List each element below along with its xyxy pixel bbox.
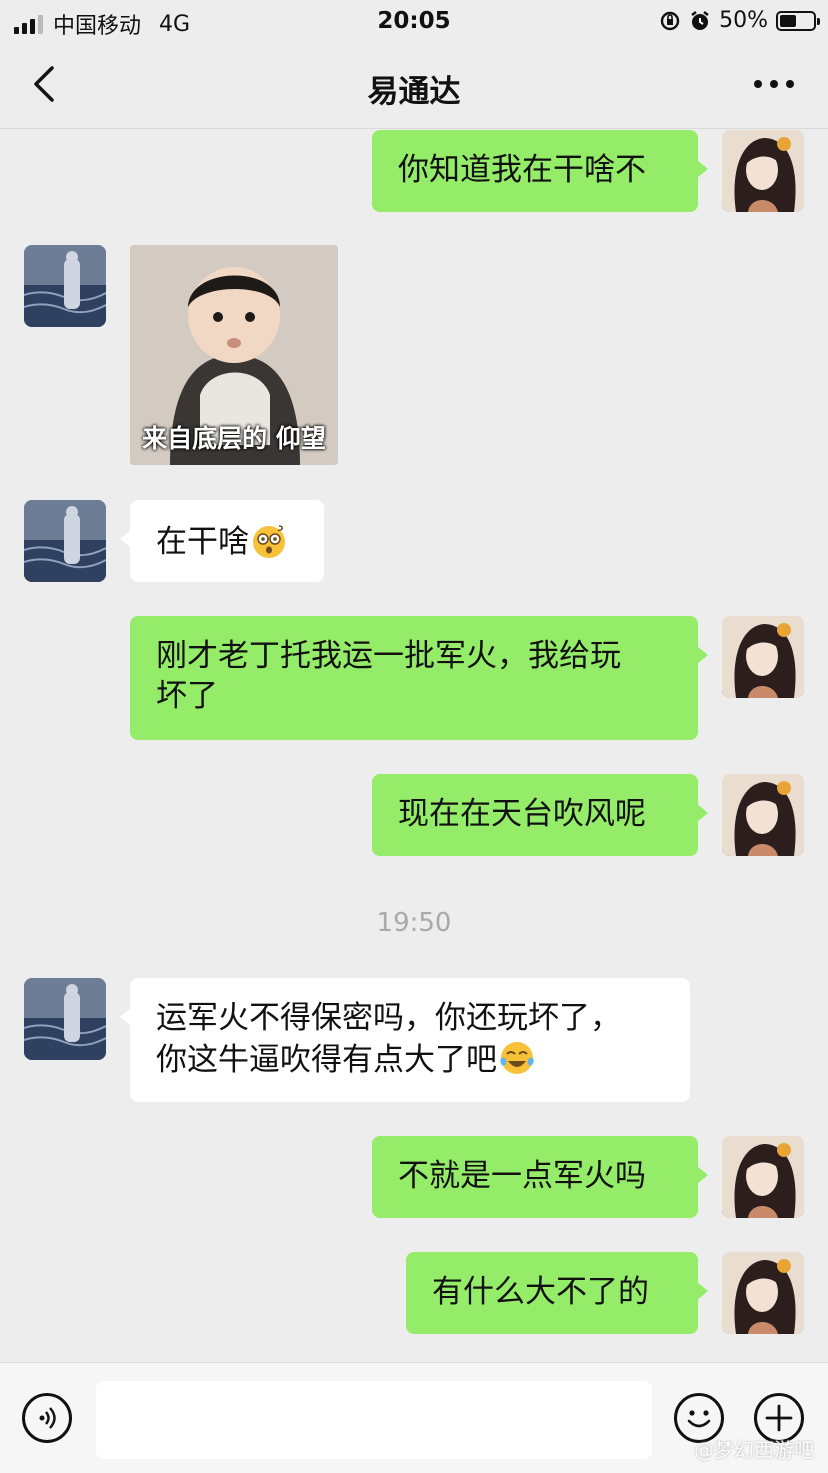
sticker-image[interactable]: 来自底层的 仰望 (130, 245, 338, 465)
message-bubble-sent[interactable]: 刚才老丁托我运一批军火，我给玩 坏了 (130, 616, 708, 740)
battery-percent: 50% (719, 8, 768, 33)
message-text: 在干啥 (156, 524, 249, 560)
message-text-line: 你这牛逼吹得有点大了吧 (156, 1042, 497, 1078)
battery-fill (780, 14, 796, 27)
status-right: 50% (659, 8, 820, 33)
input-bar: @梦幻西游吧 (0, 1362, 828, 1473)
message-text: 有什么大不了的 (432, 1274, 649, 1310)
message-text-line: 坏了 (156, 678, 218, 714)
message-bubble-received[interactable]: 运军火不得保密吗，你还玩坏了， 你这牛逼吹得有点大了吧 (120, 978, 690, 1102)
contact-avatar[interactable] (24, 500, 106, 582)
rotation-lock-icon (660, 11, 680, 30)
battery-icon (776, 10, 820, 31)
my-avatar-image (722, 774, 804, 856)
chat-timestamp: 19:50 (376, 908, 452, 938)
nav-bar: 易通达 (0, 42, 828, 129)
message-bubble-sent[interactable]: 现在在天台吹风呢 (372, 774, 708, 856)
my-avatar[interactable] (722, 130, 804, 212)
message-input[interactable] (96, 1381, 652, 1459)
my-avatar[interactable] (722, 1136, 804, 1218)
message-text-line: 运军火不得保密吗，你还玩坏了， (156, 1000, 621, 1036)
my-avatar-image (722, 130, 804, 212)
message-text: 不就是一点军火吗 (398, 1158, 646, 1194)
contact-avatar-image (24, 245, 106, 327)
alarm-icon (691, 10, 709, 30)
contact-avatar[interactable] (24, 245, 106, 327)
voice-icon (39, 1407, 56, 1429)
my-avatar-image (722, 616, 804, 698)
watermark: @梦幻西游吧 (694, 1438, 814, 1462)
my-avatar[interactable] (722, 774, 804, 856)
contact-avatar-image (24, 500, 106, 582)
contact-avatar-image (24, 978, 106, 1060)
sticker-caption: 来自底层的 仰望 (142, 424, 326, 453)
tears-of-joy-emoji-icon (500, 1042, 534, 1074)
message-bubble-sent[interactable]: 你知道我在干啥不 (372, 130, 708, 212)
message-text: 现在在天台吹风呢 (398, 796, 646, 832)
contact-avatar[interactable] (24, 978, 106, 1060)
my-avatar[interactable] (722, 1252, 804, 1334)
dizzy-face-emoji-icon (253, 525, 285, 558)
chat-title: 易通达 (367, 74, 461, 110)
my-avatar[interactable] (722, 616, 804, 698)
message-bubble-sent[interactable]: 不就是一点军火吗 (372, 1136, 708, 1218)
message-bubble-received[interactable]: 在干啥 (120, 500, 324, 582)
message-text: 你知道我在干啥不 (398, 152, 646, 188)
voice-input-button[interactable] (22, 1393, 72, 1443)
message-text-line: 刚才老丁托我运一批军火，我给玩 (156, 638, 621, 674)
status-bar: 中国移动 4G 20:05 50% (0, 0, 828, 42)
more-options-icon[interactable] (754, 80, 794, 88)
my-avatar-image (722, 1136, 804, 1218)
message-bubble-sent[interactable]: 有什么大不了的 (406, 1252, 708, 1334)
my-avatar-image (722, 1252, 804, 1334)
